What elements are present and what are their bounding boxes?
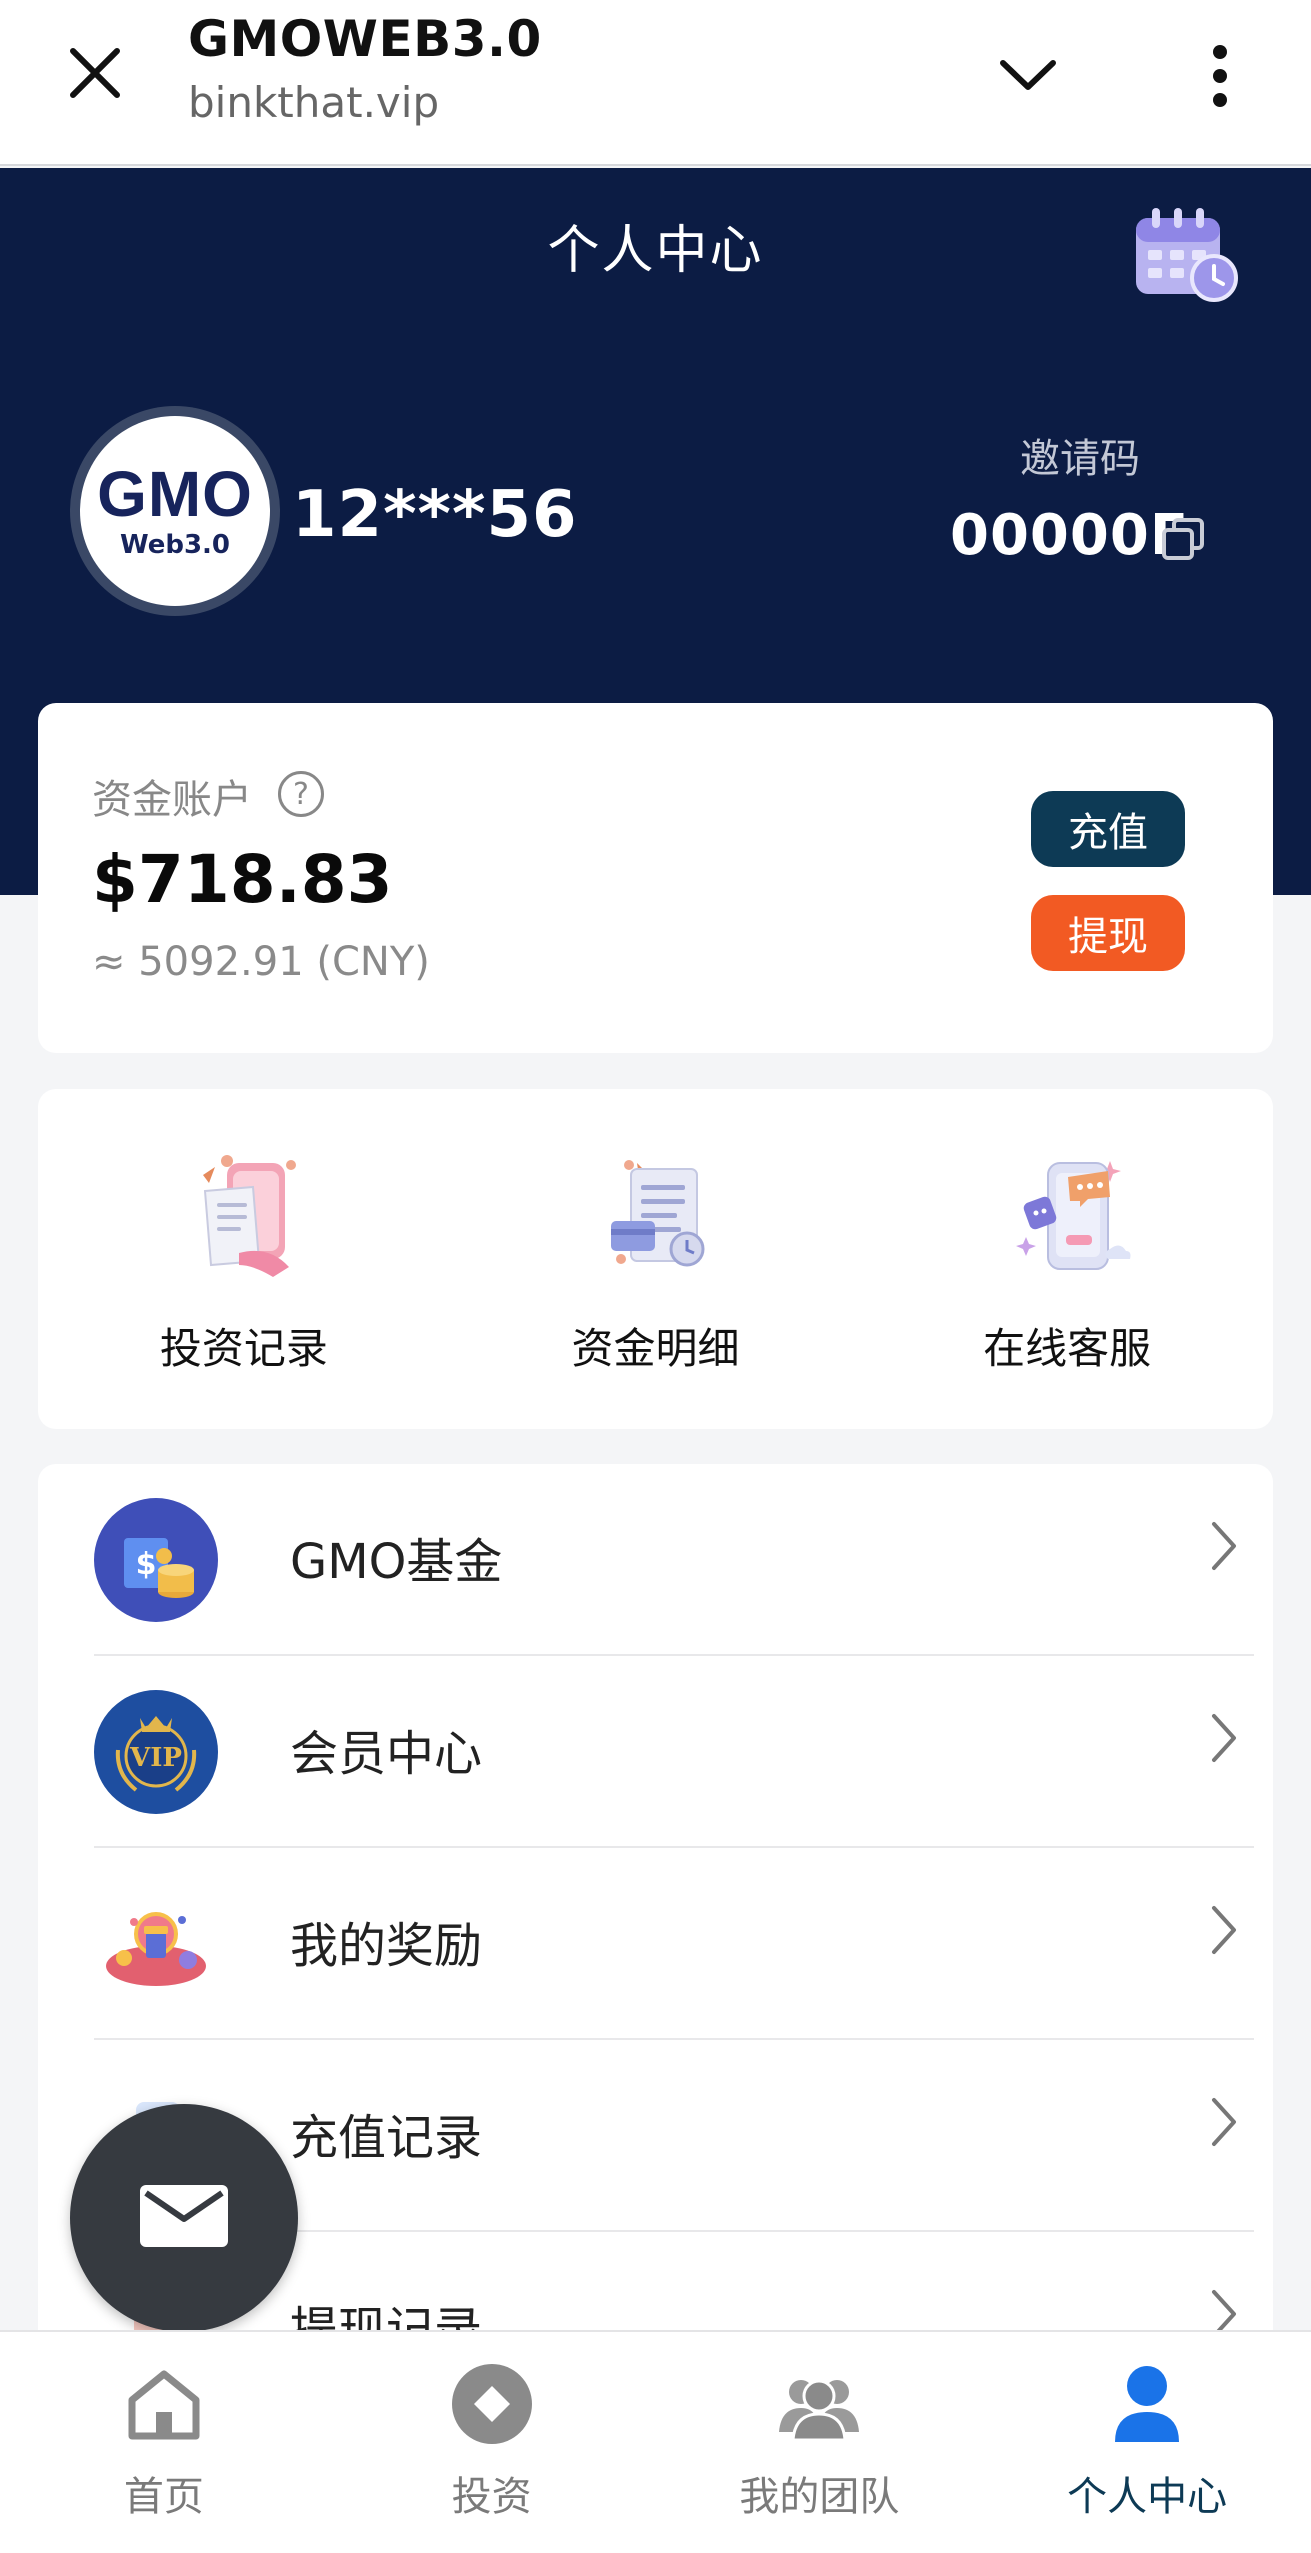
menu-item-gmo-fund[interactable]: $ GMO基金: [94, 1464, 1254, 1656]
browser-url: binkthat.vip: [188, 78, 440, 127]
quick-action-customer-service[interactable]: 在线客服: [861, 1089, 1273, 1429]
invest-record-icon: [169, 1141, 319, 1291]
help-icon[interactable]: ?: [278, 771, 324, 817]
quick-action-label: 投资记录: [159, 1324, 328, 1373]
nav-item-team[interactable]: 我的团队: [656, 2332, 984, 2553]
svg-text:$: $: [136, 1547, 157, 1582]
quick-action-label: 在线客服: [983, 1324, 1152, 1373]
svg-text:VIP: VIP: [129, 1743, 182, 1773]
deposit-button[interactable]: 充值: [1031, 791, 1185, 867]
account-balance-cny: ≈ 5092.91 (CNY): [92, 939, 430, 985]
reward-icon: [94, 1882, 218, 2006]
browser-bar: GMOWEB3.0 binkthat.vip: [0, 0, 1311, 166]
invite-code-label: 邀请码: [1020, 436, 1140, 482]
account-label: 资金账户: [92, 777, 252, 823]
copy-icon[interactable]: [1160, 516, 1206, 562]
menu-item-label: 会员中心: [290, 1726, 483, 1782]
chevron-down-icon[interactable]: [990, 40, 1066, 110]
profile-icon: [1105, 2362, 1189, 2446]
browser-title: GMOWEB3.0: [188, 10, 542, 68]
menu-item-label: 充值记录: [290, 2110, 483, 2166]
invite-code: 00000F: [950, 503, 1190, 568]
bottom-nav: 首页 投资 我的团队 个人中心: [0, 2330, 1311, 2553]
invest-icon: [450, 2362, 534, 2446]
calendar-icon[interactable]: [1130, 204, 1240, 304]
customer-service-icon: [992, 1141, 1142, 1291]
username: 12***56: [292, 478, 578, 552]
nav-label: 我的团队: [739, 2474, 900, 2520]
more-options-icon[interactable]: [1190, 36, 1250, 116]
fund-icon: $: [94, 1498, 218, 1622]
team-icon: [777, 2362, 861, 2446]
nav-label: 个人中心: [1067, 2474, 1228, 2520]
close-icon[interactable]: [60, 38, 130, 108]
menu-item-my-rewards[interactable]: 我的奖励: [94, 1848, 1254, 2040]
quick-action-invest-record[interactable]: 投资记录: [38, 1089, 450, 1429]
nav-item-invest[interactable]: 投资: [328, 2332, 656, 2553]
avatar[interactable]: GMO Web3.0: [70, 406, 280, 616]
chevron-right-icon: [1204, 1900, 1244, 1960]
quick-actions: 投资记录 资金明细 在线客服: [38, 1089, 1273, 1429]
help-symbol: ?: [293, 776, 309, 812]
logo-text: GMO: [97, 458, 253, 530]
menu-item-label: GMO基金: [290, 1534, 503, 1590]
withdraw-button[interactable]: 提现: [1031, 895, 1185, 971]
gmo-logo: GMO Web3.0: [80, 416, 270, 606]
chevron-right-icon: [1204, 2092, 1244, 2152]
page-title: 个人中心: [547, 221, 764, 281]
vip-icon: VIP: [94, 1690, 218, 1814]
chevron-right-icon: [1204, 1516, 1244, 1576]
chevron-right-icon: [1204, 1708, 1244, 1768]
nav-label: 首页: [123, 2474, 204, 2520]
fund-detail-icon: [581, 1141, 731, 1291]
menu-item-label: 我的奖励: [290, 1918, 483, 1974]
message-button[interactable]: [70, 2104, 298, 2332]
nav-item-home[interactable]: 首页: [0, 2332, 328, 2553]
nav-label: 投资: [451, 2474, 532, 2520]
mail-icon: [138, 2183, 230, 2253]
account-balance: $718.83: [92, 841, 393, 918]
logo-subtext: Web3.0: [119, 530, 231, 560]
quick-action-label: 资金明细: [571, 1324, 740, 1373]
menu-item-vip-center[interactable]: VIP 会员中心: [94, 1656, 1254, 1848]
quick-action-fund-detail[interactable]: 资金明细: [450, 1089, 862, 1429]
account-card: 资金账户 ? $718.83 ≈ 5092.91 (CNY) 充值 提现: [38, 703, 1273, 1053]
home-icon: [122, 2362, 206, 2446]
nav-item-profile[interactable]: 个人中心: [983, 2332, 1311, 2553]
